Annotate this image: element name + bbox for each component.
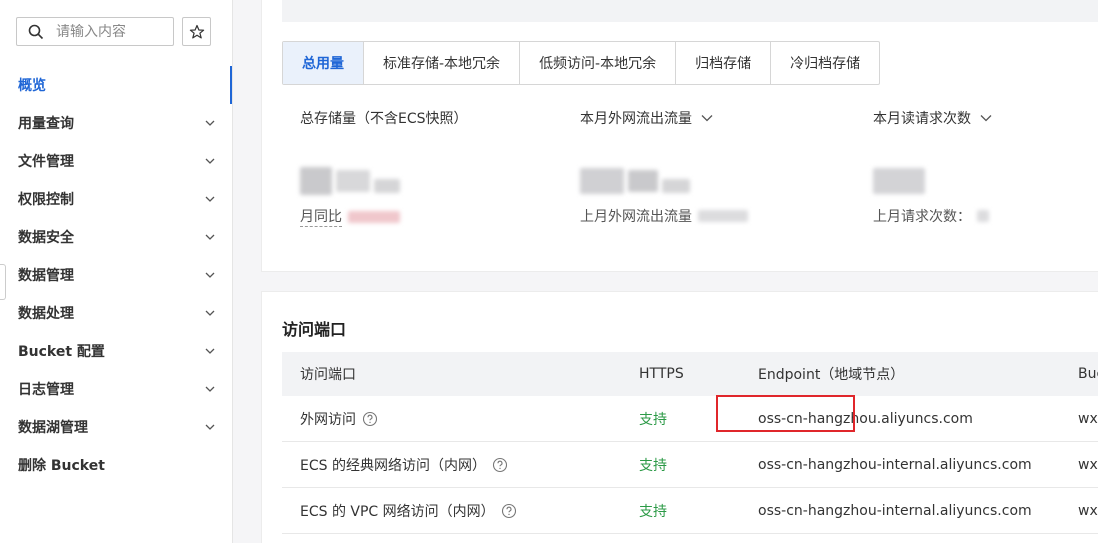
table-row: 外网访问支持oss-cn-hangzhou.aliyuncs.comwxv xyxy=(282,394,1098,442)
sidebar-item-label: 权限控制 xyxy=(18,192,74,208)
metric-label: 总存储量（不含ECS快照） xyxy=(300,111,468,127)
sidebar-nav: 概览用量查询文件管理权限控制数据安全数据管理数据处理 Bucket 配置 日志管理数… xyxy=(0,66,232,484)
sidebar-item-label: 文件管理 xyxy=(18,154,74,170)
main-content: 总用量 标准存储-本地冗余 低频访问-本地冗余 归档存储 冷归档存储 总存储量（不含EC… xyxy=(233,0,1098,543)
port-name: ECS 的 VPC 网络访问（内网） xyxy=(300,503,495,520)
star-icon xyxy=(189,24,204,38)
chevron-down-icon xyxy=(205,234,215,240)
search-input[interactable] xyxy=(56,23,166,40)
sidebar-item-label: 删除 Bucket xyxy=(18,458,105,474)
highlight-box xyxy=(716,394,855,432)
metric-sub: 上月请求次数： xyxy=(873,206,1003,226)
cell-port: 外网访问 xyxy=(282,409,621,429)
sidebar-item-label: 数据安全 xyxy=(18,230,74,246)
metric-value-redacted xyxy=(300,166,430,196)
table-header: 访问端口 HTTPS Endpoint（地域节点） Buc xyxy=(282,352,1098,396)
chevron-down-icon xyxy=(205,424,215,430)
col-header-port: 访问端口 xyxy=(300,367,356,383)
table-row: ECS 的 VPC 网络访问（内网） 支持 oss-cn-hangzhou-inte… xyxy=(282,488,1098,534)
sidebar-item[interactable]: 概览 xyxy=(0,66,232,104)
usage-tab[interactable]: 冷归档存储 xyxy=(771,42,879,84)
cell-bucket: wxv xyxy=(1078,502,1098,519)
usage-tab[interactable]: 归档存储 xyxy=(676,42,772,84)
help-icon[interactable] xyxy=(501,503,517,519)
usage-tab[interactable]: 标准存储-本地冗余 xyxy=(364,42,521,84)
metric-sub: 月同比 xyxy=(300,206,468,227)
sidebar-item-label: 日志管理 xyxy=(18,382,74,398)
cell-https: 支持 xyxy=(639,503,667,520)
sidebar-item[interactable]: 日志管理 xyxy=(0,370,232,408)
usage-card: 总用量 标准存储-本地冗余 低频访问-本地冗余 归档存储 冷归档存储 总存储量（不含EC… xyxy=(261,0,1098,272)
port-name: 外网访问 xyxy=(300,411,356,428)
usage-tabs: 总用量 标准存储-本地冗余 低频访问-本地冗余 归档存储 冷归档存储 xyxy=(282,41,881,85)
endpoint-value[interactable]: oss-cn-hangzhou-internal.aliyuncs.com xyxy=(758,457,1032,473)
sidebar: 概览用量查询文件管理权限控制数据安全数据管理数据处理 Bucket 配置日志管理数… xyxy=(0,0,233,543)
endpoint-value[interactable]: oss-cn-hangzhou-internal.aliyuncs.com xyxy=(758,503,1032,519)
sidebar-item-label: 用量查询 xyxy=(18,116,74,132)
metric-label[interactable]: 本月读请求次数 xyxy=(873,108,1003,128)
sidebar-item[interactable]: 数据处理 xyxy=(0,294,232,332)
chevron-down-icon xyxy=(205,120,215,126)
sidebar-item[interactable]: 用量查询 xyxy=(0,104,232,142)
metric-sub: 上月外网流出流量 xyxy=(580,206,748,226)
sidebar-collapse-handle[interactable] xyxy=(0,264,6,300)
search-icon xyxy=(28,24,44,39)
sidebar-item[interactable]: 权限控制 xyxy=(0,180,232,218)
favorite-button[interactable] xyxy=(182,17,211,46)
cell-endpoint: oss-cn-hangzhou-internal.aliyuncs.com xyxy=(740,503,1060,519)
table-row: ECS 的经典网络访问（内网） 支持 oss-cn-hangzhou-interna… xyxy=(282,442,1098,488)
sidebar-item-label: 数据管理 xyxy=(18,268,74,284)
col-header-https: HTTPS xyxy=(639,366,684,382)
metric-value-redacted xyxy=(580,166,710,196)
cell-bucket: wxv xyxy=(1078,410,1098,427)
cell-bucket: wxv xyxy=(1078,456,1098,473)
sidebar-item[interactable]: 文件管理 xyxy=(0,142,232,180)
cell-port: ECS 的经典网络访问（内网） xyxy=(282,455,621,475)
access-card: 访问端口 访问端口 HTTPS Endpoint（地域节点） Buc 外网访问支… xyxy=(261,291,1098,543)
cell-endpoint: oss-cn-hangzhou-internal.aliyuncs.com xyxy=(740,457,1060,473)
metric-total-storage: 总存储量（不含ECS快照） 月同比 xyxy=(300,108,468,227)
chevron-down-icon xyxy=(980,115,992,122)
usage-card-topbar xyxy=(282,0,1098,22)
chevron-down-icon xyxy=(205,386,215,392)
metric-outbound-traffic: 本月外网流出流量 上月外网流出流量 xyxy=(580,108,748,226)
sidebar-item-label: Bucket 配置 xyxy=(18,344,105,360)
metric-value-redacted xyxy=(873,166,1003,196)
usage-tab[interactable]: 总用量 xyxy=(283,42,364,84)
chevron-down-icon xyxy=(701,115,713,122)
cell-https: 支持 xyxy=(639,457,667,474)
sidebar-search-row xyxy=(16,17,211,46)
search-box[interactable] xyxy=(16,17,174,46)
sidebar-item[interactable]: 数据安全 xyxy=(0,218,232,256)
chevron-down-icon xyxy=(205,272,215,278)
sidebar-item[interactable]: Bucket 配置 xyxy=(0,332,232,370)
help-icon[interactable] xyxy=(362,411,378,427)
chevron-down-icon xyxy=(205,348,215,354)
metric-label[interactable]: 本月外网流出流量 xyxy=(580,108,748,128)
sidebar-item[interactable]: 数据湖管理 xyxy=(0,408,232,446)
port-name: ECS 的经典网络访问（内网） xyxy=(300,457,486,474)
sidebar-item[interactable]: 删除 Bucket xyxy=(0,446,232,484)
sidebar-item-label: 数据湖管理 xyxy=(18,420,88,436)
access-table: 访问端口 HTTPS Endpoint（地域节点） Buc 外网访问支持 oss-… xyxy=(282,352,1098,534)
sidebar-item-label: 数据处理 xyxy=(18,306,74,322)
access-section-title: 访问端口 xyxy=(282,320,347,339)
cell-endpoint: oss-cn-hangzhou.aliyuncs.com xyxy=(716,394,1060,432)
col-header-bucket: Buc xyxy=(1078,366,1098,382)
cell-port: ECS 的 VPC 网络访问（内网） xyxy=(282,501,621,521)
chevron-down-icon xyxy=(205,310,215,316)
col-header-endpoint: Endpoint（地域节点） xyxy=(758,367,905,383)
chevron-down-icon xyxy=(205,196,215,202)
help-icon[interactable] xyxy=(492,457,508,473)
metric-read-requests: 本月读请求次数 上月请求次数： xyxy=(873,108,1003,226)
usage-tab[interactable]: 低频访问-本地冗余 xyxy=(520,42,677,84)
chevron-down-icon xyxy=(205,158,215,164)
sidebar-item-label: 概览 xyxy=(18,78,46,94)
sidebar-item[interactable]: 数据管理 xyxy=(0,256,232,294)
